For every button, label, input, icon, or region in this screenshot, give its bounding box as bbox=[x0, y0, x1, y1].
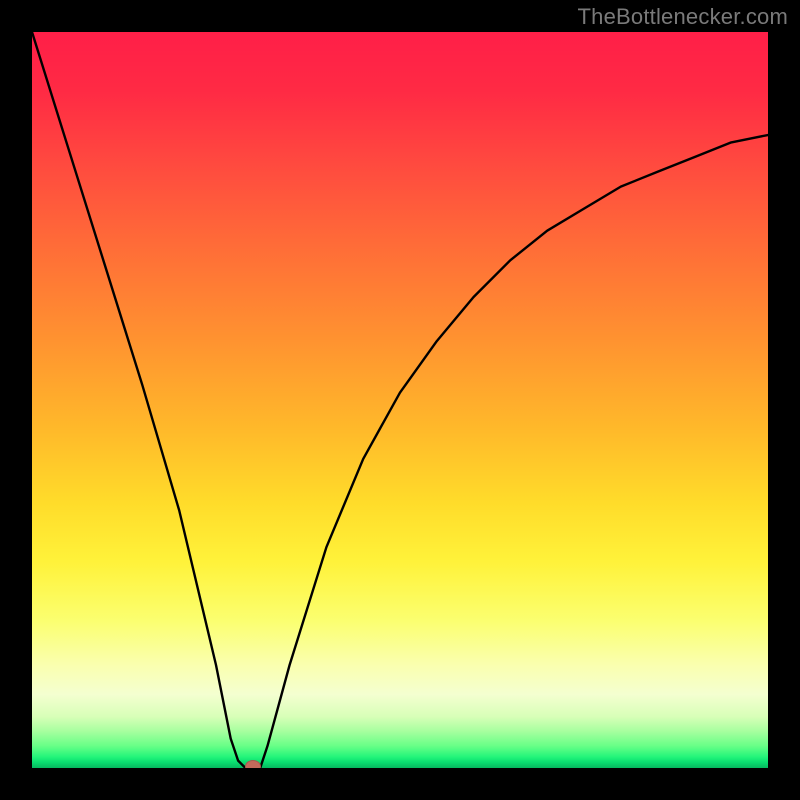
curve-path bbox=[32, 32, 768, 768]
bottleneck-curve bbox=[32, 32, 768, 768]
plot-area bbox=[32, 32, 768, 768]
watermark-text: TheBottlenecker.com bbox=[578, 4, 788, 30]
optimum-marker bbox=[245, 760, 261, 768]
chart-frame: TheBottlenecker.com bbox=[0, 0, 800, 800]
